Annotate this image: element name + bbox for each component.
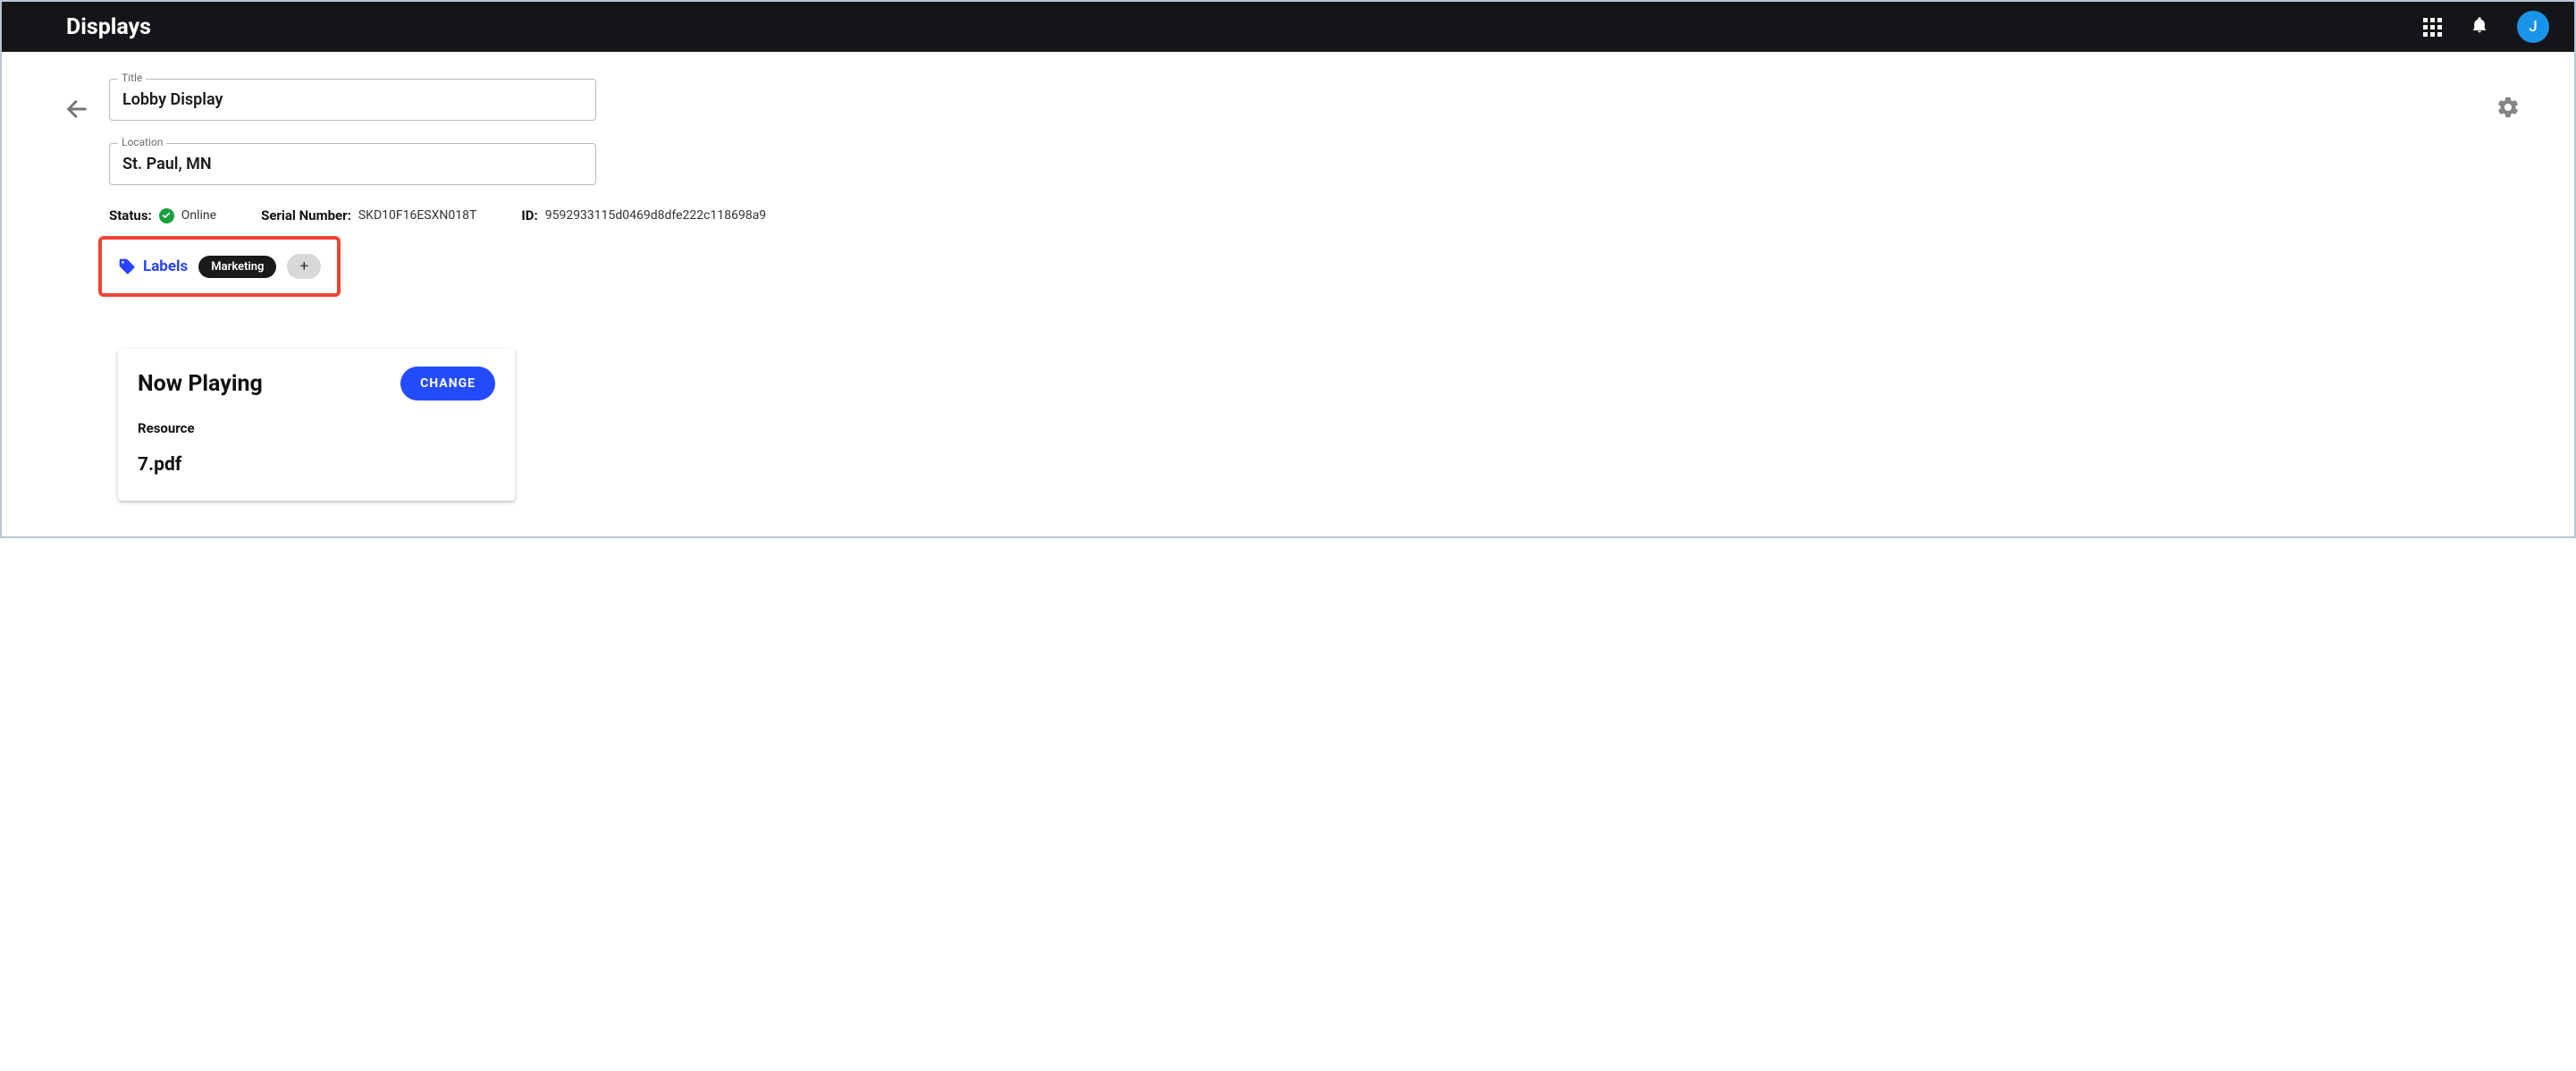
card-header: Now Playing CHANGE [138,367,495,401]
fields: Title Location [109,79,596,185]
back-arrow-icon[interactable] [64,97,89,125]
serial-value: SKD10F16ESXN018T [358,208,477,223]
content: Title Location Status: Online Serial Num… [2,52,2574,536]
status-check-icon [159,208,174,223]
resource-value: 7.pdf [138,454,495,476]
now-playing-card: Now Playing CHANGE Resource 7.pdf [118,349,515,501]
title-field-wrapper: Title [109,79,596,121]
gear-icon[interactable] [2496,95,2521,123]
status-item: Status: Online [109,207,216,223]
location-field-label: Location [118,136,166,148]
labels-link[interactable]: Labels [118,257,188,275]
status-label: Status: [109,207,152,223]
location-input[interactable] [109,143,596,185]
title-input[interactable] [109,79,596,121]
avatar[interactable]: J [2517,11,2549,43]
topbar: Displays J [2,2,2574,52]
location-field-wrapper: Location [109,143,596,185]
page-title: Displays [66,14,151,40]
topbar-actions: J [2423,11,2549,43]
label-chip-marketing[interactable]: Marketing [198,256,276,278]
id-value: 9592933115d0469d8dfe222c118698a9 [545,208,766,223]
meta-row: Status: Online Serial Number: SKD10F16ES… [109,207,2521,223]
id-label: ID: [521,207,537,223]
now-playing-title: Now Playing [138,371,263,397]
add-label-button[interactable]: + [287,254,321,279]
serial-label: Serial Number: [261,207,351,223]
labels-link-text: Labels [143,257,188,275]
bell-icon[interactable] [2471,15,2488,38]
resource-label: Resource [138,420,495,436]
labels-row: Labels Marketing + [98,236,341,297]
tags-icon [118,257,136,275]
serial-item: Serial Number: SKD10F16ESXN018T [261,207,476,223]
change-button[interactable]: CHANGE [400,367,495,401]
title-field-label: Title [118,72,146,84]
apps-icon[interactable] [2423,18,2442,37]
id-item: ID: 9592933115d0469d8dfe222c118698a9 [521,207,766,223]
status-value: Online [181,208,216,223]
